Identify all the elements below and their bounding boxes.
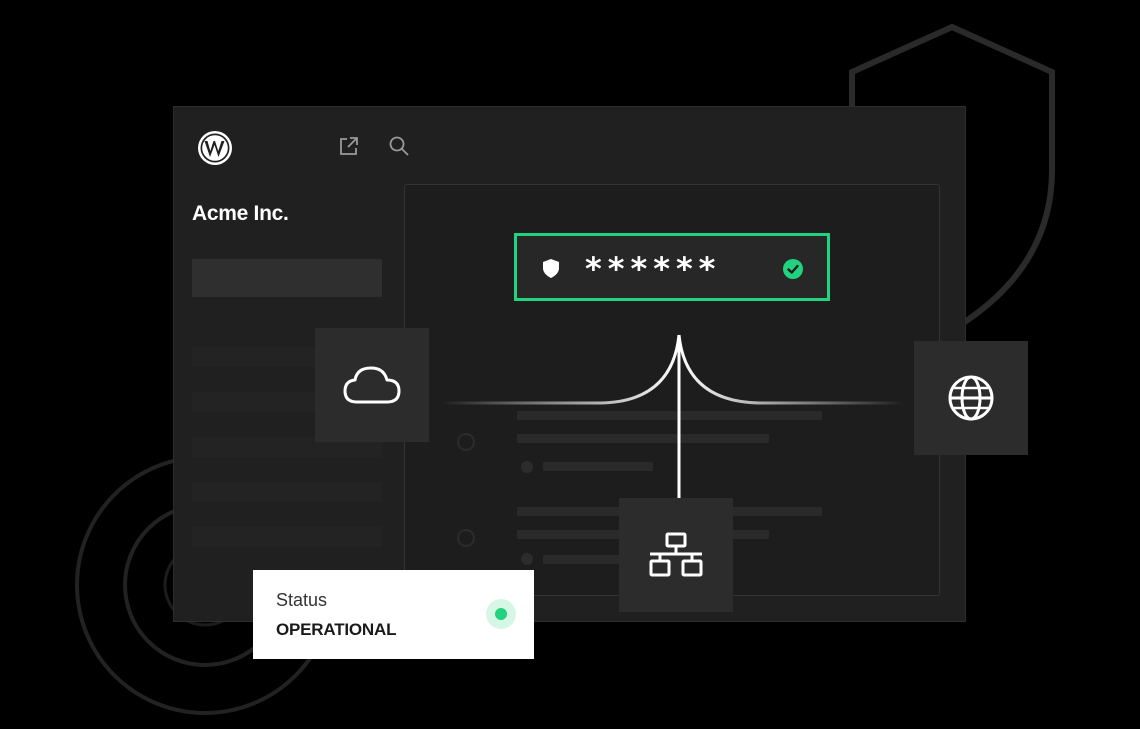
password-masked-value: ****** xyxy=(585,250,722,288)
status-value: OPERATIONAL xyxy=(276,620,397,639)
status-label: Status xyxy=(276,590,328,610)
placeholder-line xyxy=(517,411,822,420)
placeholder-info-icon xyxy=(457,529,475,547)
globe-tile[interactable] xyxy=(914,341,1028,455)
shield-icon xyxy=(543,259,559,278)
globe-icon xyxy=(948,375,994,421)
placeholder-info-icon xyxy=(457,433,475,451)
wordpress-logo-icon[interactable] xyxy=(196,129,234,167)
stage: Acme Inc. ****** Status OPERATIONAL xyxy=(0,0,1140,729)
sidebar-placeholder-item xyxy=(192,527,382,547)
status-indicator-dot xyxy=(495,608,507,620)
placeholder-line xyxy=(517,434,769,443)
network-tile[interactable] xyxy=(619,498,733,612)
external-link-icon[interactable] xyxy=(337,134,361,158)
admin-window: Acme Inc. xyxy=(173,106,966,622)
cloud-tile[interactable] xyxy=(315,328,429,442)
sidebar-placeholder-item xyxy=(192,482,382,502)
placeholder-line xyxy=(543,462,653,471)
placeholder-dot xyxy=(521,461,533,473)
site-title: Acme Inc. xyxy=(192,202,289,225)
search-icon[interactable] xyxy=(387,134,411,158)
network-icon xyxy=(649,532,703,577)
check-circle-icon xyxy=(783,259,803,279)
password-field[interactable]: ****** xyxy=(514,233,830,301)
placeholder-dot xyxy=(521,553,533,565)
sidebar-search-bar[interactable] xyxy=(192,259,382,297)
cloud-icon xyxy=(343,366,401,404)
status-card: Status OPERATIONAL xyxy=(253,570,534,659)
